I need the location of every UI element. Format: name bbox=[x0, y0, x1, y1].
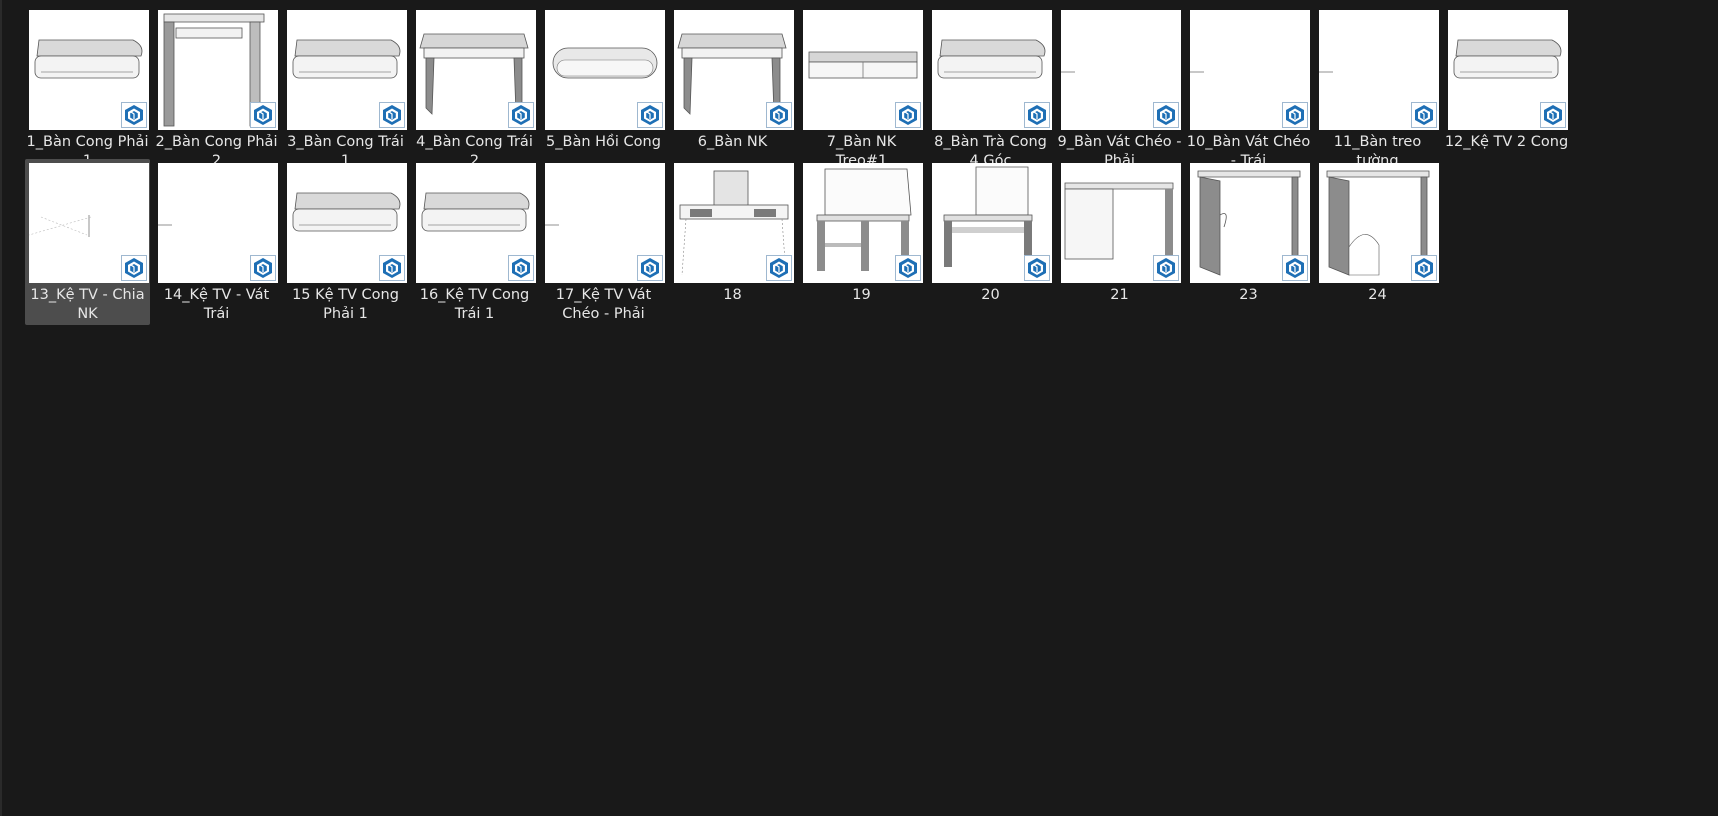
file-tile-22[interactable]: 23 bbox=[1186, 159, 1311, 325]
sketchup-file-icon bbox=[1411, 255, 1437, 281]
file-tile-2[interactable]: 2_Bàn Cong Phải 2 bbox=[154, 6, 279, 172]
file-thumbnail bbox=[1061, 10, 1181, 130]
sketchup-file-icon bbox=[895, 255, 921, 281]
file-name: 6_Bàn NK bbox=[697, 134, 768, 150]
file-tile-3[interactable]: 3_Bàn Cong Trái 1 bbox=[283, 6, 408, 172]
file-thumbnail bbox=[932, 163, 1052, 283]
file-thumbnail bbox=[674, 163, 794, 283]
file-tile-17[interactable]: 17_Kệ TV Vát Chéo - Phải bbox=[541, 159, 666, 325]
file-thumbnail bbox=[1061, 163, 1181, 283]
file-thumbnail bbox=[287, 10, 407, 130]
file-tile-20[interactable]: 20 bbox=[928, 159, 1053, 325]
sketchup-file-icon bbox=[637, 102, 663, 128]
file-tile-10[interactable]: 10_Bàn Vát Chéo - Trái bbox=[1186, 6, 1311, 172]
file-thumbnail bbox=[158, 163, 278, 283]
file-tile-9[interactable]: 9_Bàn Vát Chéo - Phải bbox=[1057, 6, 1182, 172]
file-name: 21 bbox=[1110, 287, 1129, 303]
file-thumbnail bbox=[803, 10, 923, 130]
sketchup-file-icon bbox=[766, 255, 792, 281]
file-tile-12[interactable]: 12_Kệ TV 2 Cong bbox=[1444, 6, 1569, 172]
file-thumbnail bbox=[1448, 10, 1568, 130]
sketchup-file-icon bbox=[1024, 102, 1050, 128]
file-thumbnail bbox=[932, 10, 1052, 130]
file-thumbnail bbox=[158, 10, 278, 130]
sketchup-file-icon bbox=[250, 255, 276, 281]
file-thumbnail bbox=[1319, 10, 1439, 130]
sketchup-file-icon bbox=[121, 102, 147, 128]
file-thumbnail bbox=[545, 10, 665, 130]
file-name: 5_Bàn Hồi Cong bbox=[546, 134, 661, 150]
file-explorer-view: 1_Bàn Cong Phải 1 2_Bàn Cong Phải 2 bbox=[0, 0, 1718, 816]
file-thumbnail bbox=[1190, 163, 1310, 283]
sketchup-file-icon bbox=[1411, 102, 1437, 128]
file-tile-21[interactable]: 21 bbox=[1057, 159, 1182, 325]
file-thumbnail bbox=[416, 163, 536, 283]
file-tile-13[interactable]: 13_Kệ TV - Chia NK bbox=[25, 159, 150, 325]
file-tile-16[interactable]: 16_Kệ TV Cong Trái 1 bbox=[412, 159, 537, 325]
file-thumbnail bbox=[803, 163, 923, 283]
file-tile-15[interactable]: 15 Kệ TV Cong Phải 1 bbox=[283, 159, 408, 325]
sketchup-file-icon bbox=[1024, 255, 1050, 281]
sketchup-file-icon bbox=[121, 255, 147, 281]
file-name: 15 Kệ TV Cong Phải 1 bbox=[292, 287, 399, 322]
sketchup-file-icon bbox=[379, 255, 405, 281]
file-thumbnail bbox=[1190, 10, 1310, 130]
file-name: 24 bbox=[1368, 287, 1387, 303]
file-tile-6[interactable]: 6_Bàn NK bbox=[670, 6, 795, 172]
file-name: 12_Kệ TV 2 Cong bbox=[1444, 134, 1569, 150]
file-name: 13_Kệ TV - Chia NK bbox=[30, 287, 145, 322]
file-thumbnail bbox=[416, 10, 536, 130]
sketchup-file-icon bbox=[250, 102, 276, 128]
file-name: 19 bbox=[852, 287, 871, 303]
file-thumbnail bbox=[674, 10, 794, 130]
file-thumbnail bbox=[29, 163, 149, 283]
file-tile-8[interactable]: 8_Bàn Trà Cong 4 Góc bbox=[928, 6, 1053, 172]
file-tile-11[interactable]: 11_Bàn treo tường bbox=[1315, 6, 1440, 172]
file-thumbnail bbox=[287, 163, 407, 283]
file-tile-7[interactable]: 7_Bàn NK Treo#1 bbox=[799, 6, 924, 172]
file-tile-14[interactable]: 14_Kệ TV - Vát Trái bbox=[154, 159, 279, 325]
file-name: 20 bbox=[981, 287, 1000, 303]
sketchup-file-icon bbox=[895, 102, 921, 128]
sketchup-file-icon bbox=[1282, 102, 1308, 128]
file-tile-1[interactable]: 1_Bàn Cong Phải 1 bbox=[25, 6, 150, 172]
file-tile-18[interactable]: 18 bbox=[670, 159, 795, 325]
sketchup-file-icon bbox=[1153, 102, 1179, 128]
sketchup-file-icon bbox=[637, 255, 663, 281]
sketchup-file-icon bbox=[1153, 255, 1179, 281]
file-name: 23 bbox=[1239, 287, 1258, 303]
sketchup-file-icon bbox=[508, 255, 534, 281]
file-thumbnail bbox=[29, 10, 149, 130]
file-name: 18 bbox=[723, 287, 742, 303]
file-tile-4[interactable]: 4_Bàn Cong Trái 2 bbox=[412, 6, 537, 172]
sketchup-file-icon bbox=[508, 102, 534, 128]
file-name: 14_Kệ TV - Vát Trái bbox=[163, 287, 270, 322]
file-name: 17_Kệ TV Vát Chéo - Phải bbox=[555, 287, 652, 322]
file-thumbnail bbox=[545, 163, 665, 283]
file-tile-19[interactable]: 19 bbox=[799, 159, 924, 325]
file-tile-5[interactable]: 5_Bàn Hồi Cong bbox=[541, 6, 666, 172]
file-thumbnail bbox=[1319, 163, 1439, 283]
sketchup-file-icon bbox=[1282, 255, 1308, 281]
file-name: 16_Kệ TV Cong Trái 1 bbox=[419, 287, 530, 322]
file-tile-23[interactable]: 24 bbox=[1315, 159, 1440, 325]
sketchup-file-icon bbox=[766, 102, 792, 128]
sketchup-file-icon bbox=[379, 102, 405, 128]
sketchup-file-icon bbox=[1540, 102, 1566, 128]
